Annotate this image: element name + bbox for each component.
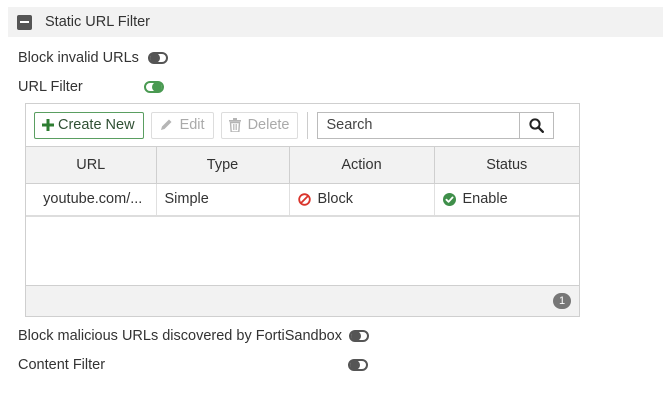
content-filter-label: Content Filter (18, 357, 106, 373)
section-header[interactable]: Static URL Filter (8, 7, 663, 37)
search-box (317, 111, 555, 139)
column-header-url[interactable]: URL (26, 147, 157, 184)
create-new-label: Create New (58, 117, 135, 133)
url-filter-table-panel: Create New Edit Delete UR (25, 103, 580, 317)
content-filter-toggle[interactable] (348, 359, 368, 371)
search-input[interactable] (318, 112, 520, 138)
toolbar-divider (307, 111, 309, 139)
row-count-badge: 1 (553, 293, 571, 309)
column-header-action[interactable]: Action (289, 147, 435, 184)
plus-icon (42, 119, 54, 131)
edit-button[interactable]: Edit (150, 111, 214, 139)
url-filter-table: URL Type Action Status youtube.com/... S… (26, 147, 579, 217)
block-invalid-urls-label: Block invalid URLs (18, 50, 139, 66)
minus-square-icon[interactable] (17, 14, 32, 30)
block-icon (297, 193, 311, 206)
block-malicious-urls-label: Block malicious URLs discovered by Forti… (18, 328, 342, 344)
search-button[interactable] (519, 112, 553, 138)
table-toolbar: Create New Edit Delete (26, 104, 579, 147)
url-filter-toggle[interactable] (143, 81, 164, 93)
url-filter-row: URL Filter (18, 77, 164, 97)
status-cell: Enable (434, 183, 579, 217)
action-label: Block (317, 191, 353, 208)
url-cell: youtube.com/... (26, 183, 157, 217)
block-invalid-urls-toggle[interactable] (147, 52, 168, 64)
action-cell: Block (289, 183, 435, 217)
url-filter-label: URL Filter (18, 79, 83, 95)
edit-label: Edit (179, 117, 205, 133)
search-icon (529, 117, 545, 133)
column-header-type[interactable]: Type (156, 147, 290, 184)
table-footer: 1 (26, 285, 579, 316)
create-new-button[interactable]: Create New (34, 111, 144, 139)
type-cell: Simple (156, 183, 290, 217)
block-invalid-urls-row: Block invalid URLs (18, 48, 168, 68)
pencil-icon (159, 118, 173, 132)
block-malicious-urls-toggle[interactable] (348, 330, 369, 342)
content-filter-row: Content Filter (18, 355, 368, 375)
delete-button[interactable]: Delete (220, 111, 299, 139)
check-circle-icon (442, 192, 456, 206)
status-label: Enable (462, 191, 508, 208)
table-header-row: URL Type Action Status (26, 147, 579, 184)
trash-icon (228, 118, 241, 132)
section-title: Static URL Filter (45, 14, 151, 30)
table-row[interactable]: youtube.com/... Simple Block Enable (26, 183, 579, 217)
column-header-status[interactable]: Status (434, 147, 579, 184)
block-malicious-urls-row: Block malicious URLs discovered by Forti… (18, 326, 369, 346)
delete-label: Delete (247, 117, 290, 133)
